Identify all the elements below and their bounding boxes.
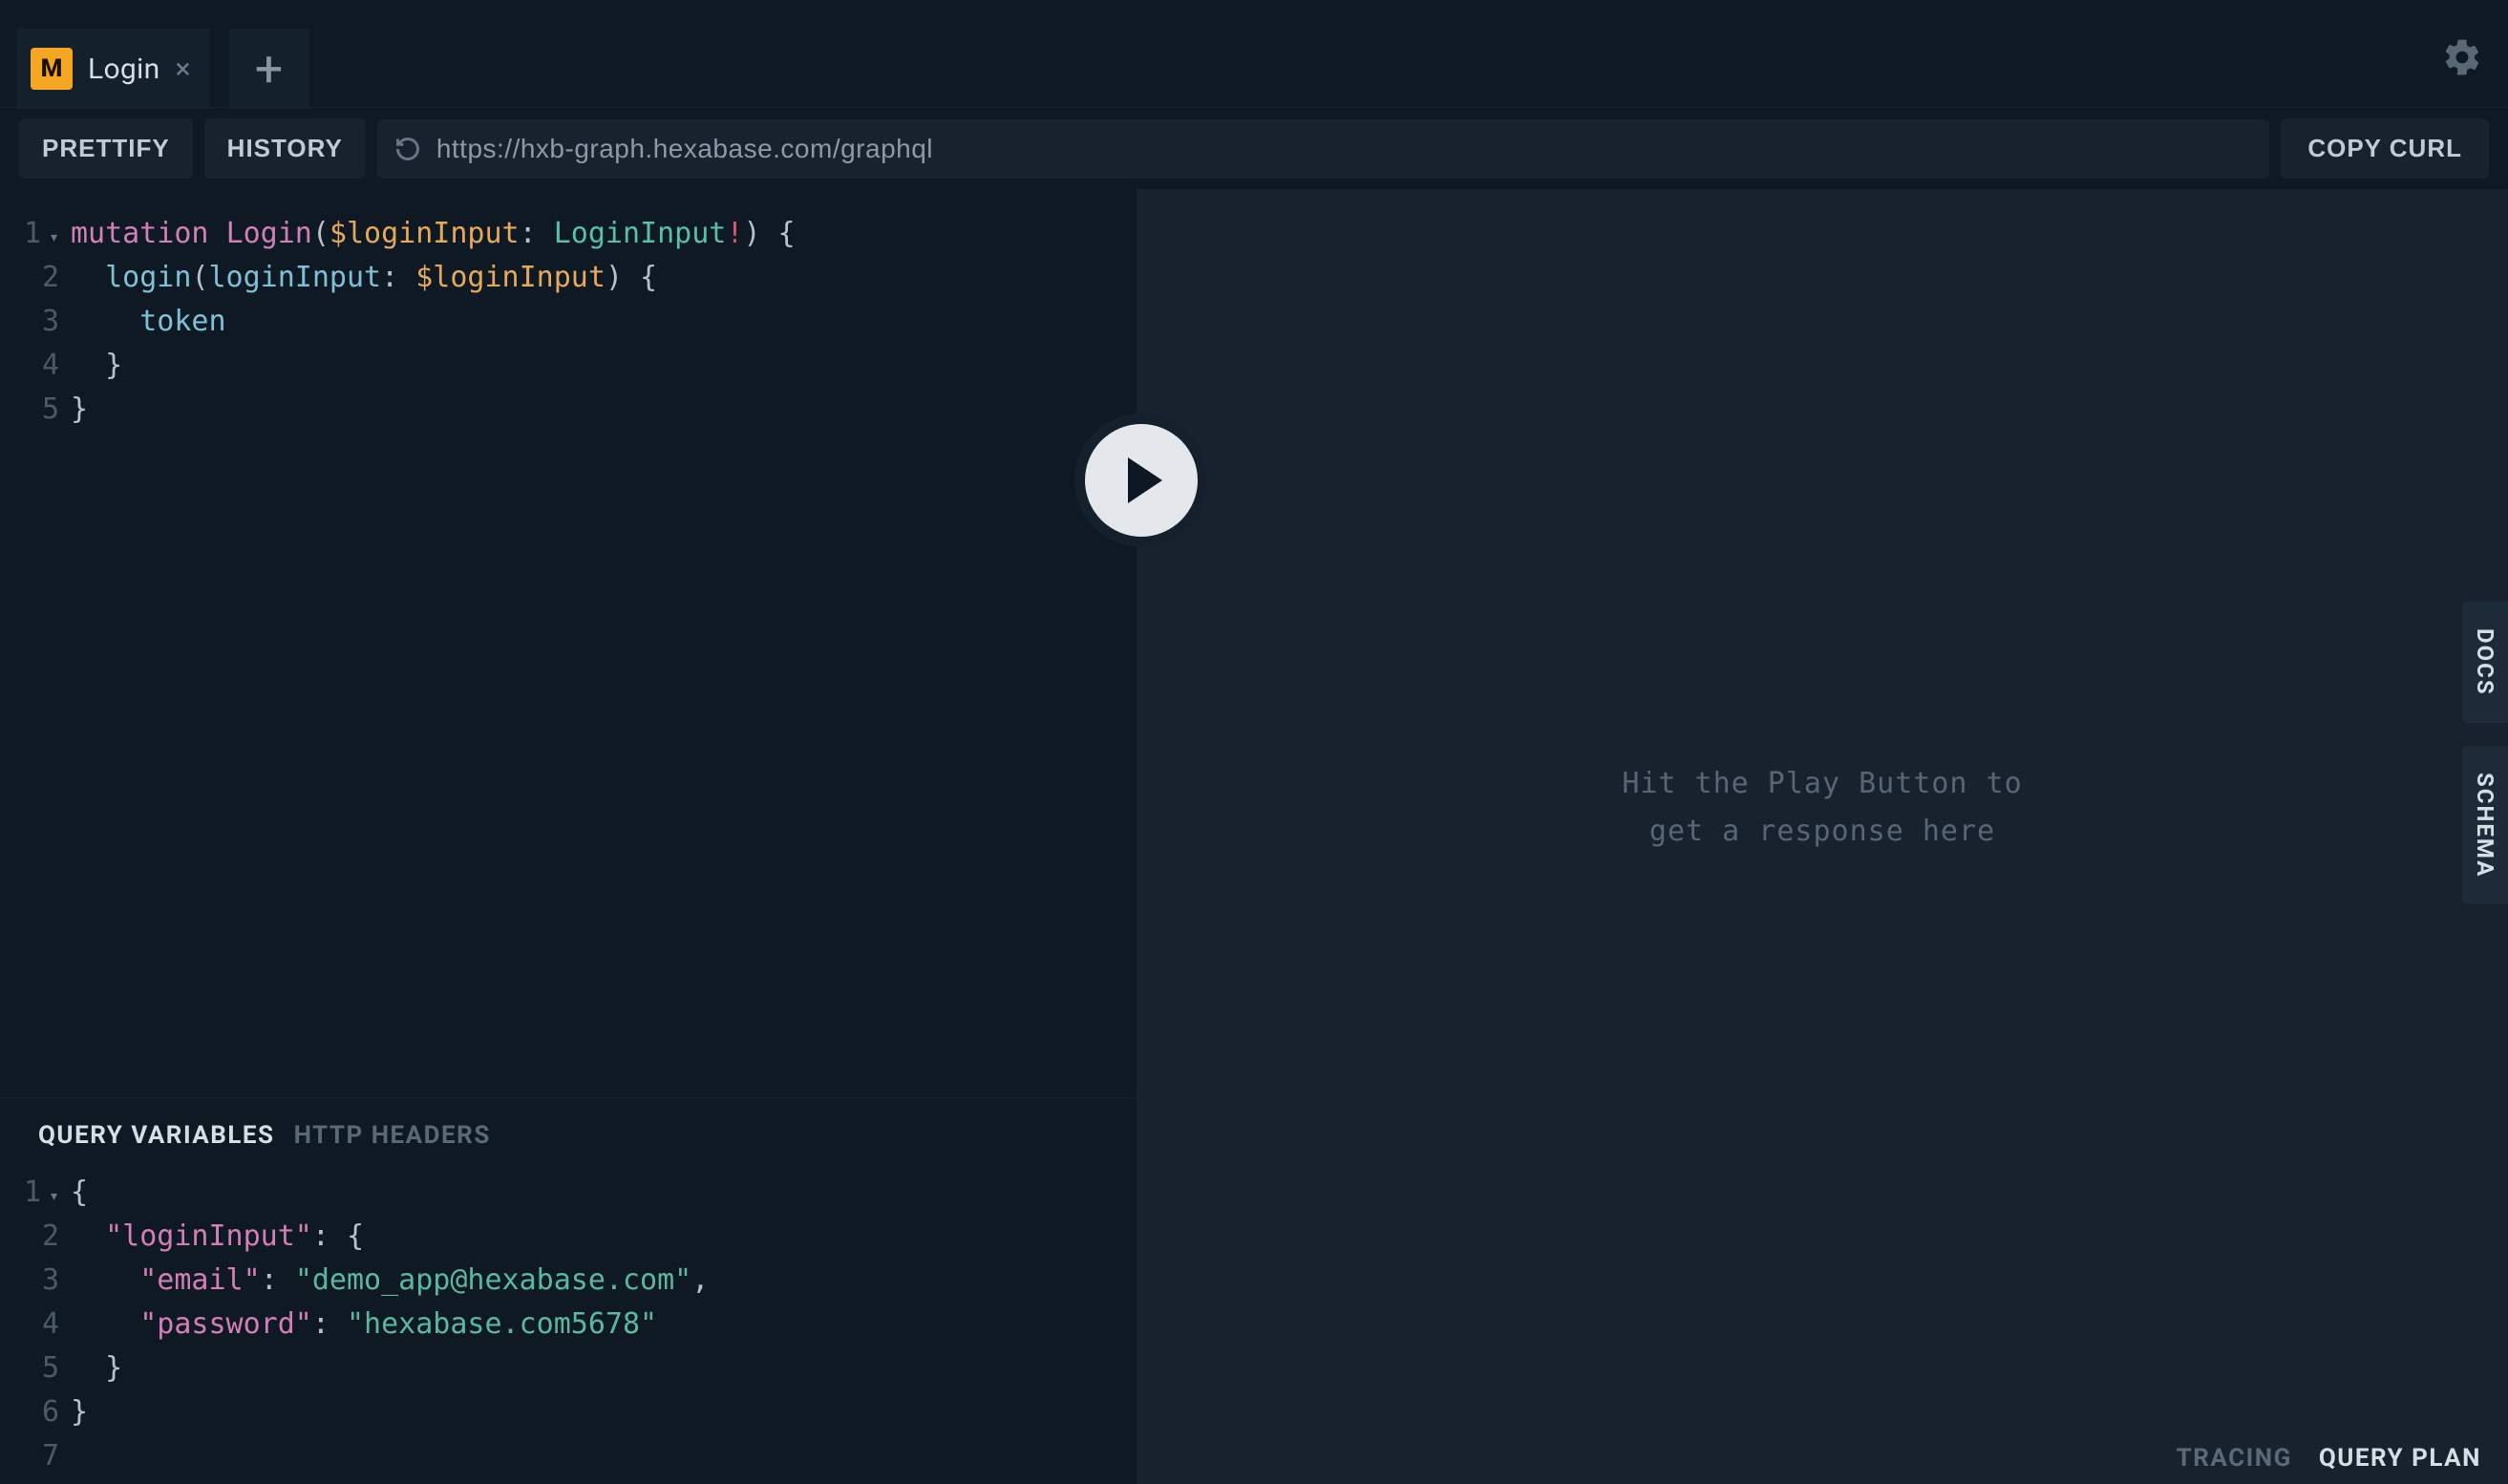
- top-tab-bar: M Login × +: [0, 0, 2508, 107]
- toolbar: PRETTIFY HISTORY COPY CURL: [0, 107, 2508, 189]
- tab-tracing[interactable]: TRACING: [2177, 1444, 2292, 1473]
- variables-code[interactable]: { "loginInput": { "email": "demo_app@hex…: [71, 1171, 1137, 1478]
- tab-docs[interactable]: DOCS: [2462, 602, 2508, 723]
- endpoint-input[interactable]: [436, 134, 2253, 164]
- footer-tabs: TRACING QUERY PLAN: [2177, 1444, 2481, 1473]
- execute-button[interactable]: [1074, 413, 1208, 547]
- fold-icon[interactable]: ▾: [44, 1175, 59, 1219]
- settings-button[interactable]: [2441, 36, 2483, 84]
- tabs-row: M Login × +: [0, 0, 327, 107]
- endpoint-container: [377, 119, 2270, 179]
- play-icon-bg: [1085, 424, 1198, 537]
- close-icon[interactable]: ×: [175, 53, 190, 86]
- placeholder-line: get a response here: [1137, 808, 2508, 856]
- side-tabs: DOCS SCHEMA: [2462, 602, 2508, 904]
- tab-type-badge: M: [31, 48, 73, 90]
- query-gutter: 1▾ 2 3 4 5: [0, 212, 71, 1097]
- tab-schema[interactable]: SCHEMA: [2462, 746, 2508, 904]
- copy-curl-button[interactable]: COPY CURL: [2281, 118, 2489, 179]
- plus-icon: +: [255, 40, 284, 98]
- variables-tabs: QUERY VARIABLES HTTP HEADERS: [0, 1098, 1137, 1157]
- tab-query-variables[interactable]: QUERY VARIABLES: [38, 1121, 275, 1150]
- query-editor[interactable]: 1▾ 2 3 4 5 mutation Login($loginInput: L…: [0, 189, 1137, 1097]
- tab-query-plan[interactable]: QUERY PLAN: [2319, 1444, 2481, 1473]
- variables-pane: QUERY VARIABLES HTTP HEADERS 1▾ 2 3 4 5 …: [0, 1097, 1137, 1484]
- response-panel: Hit the Play Button to get a response he…: [1137, 189, 2508, 1484]
- variables-gutter: 1▾ 2 3 4 5 6 7: [0, 1171, 71, 1478]
- query-code[interactable]: mutation Login($loginInput: LoginInput!)…: [71, 212, 1137, 1097]
- gear-icon: [2441, 36, 2483, 78]
- tab-http-headers[interactable]: HTTP HEADERS: [294, 1121, 491, 1150]
- new-tab-button[interactable]: +: [229, 29, 309, 109]
- refresh-icon[interactable]: [394, 136, 421, 162]
- placeholder-line: Hit the Play Button to: [1137, 760, 2508, 808]
- play-icon: [1128, 457, 1162, 503]
- tab-login[interactable]: M Login ×: [17, 29, 210, 109]
- left-column: 1▾ 2 3 4 5 mutation Login($loginInput: L…: [0, 189, 1137, 1484]
- fold-icon[interactable]: ▾: [44, 216, 59, 260]
- prettify-button[interactable]: PRETTIFY: [19, 118, 193, 179]
- tab-title: Login: [88, 53, 159, 86]
- main-split: 1▾ 2 3 4 5 mutation Login($loginInput: L…: [0, 189, 2508, 1484]
- response-placeholder: Hit the Play Button to get a response he…: [1137, 760, 2508, 856]
- variables-editor[interactable]: 1▾ 2 3 4 5 6 7 { "loginInput": { "email"…: [0, 1157, 1137, 1484]
- history-button[interactable]: HISTORY: [204, 118, 366, 179]
